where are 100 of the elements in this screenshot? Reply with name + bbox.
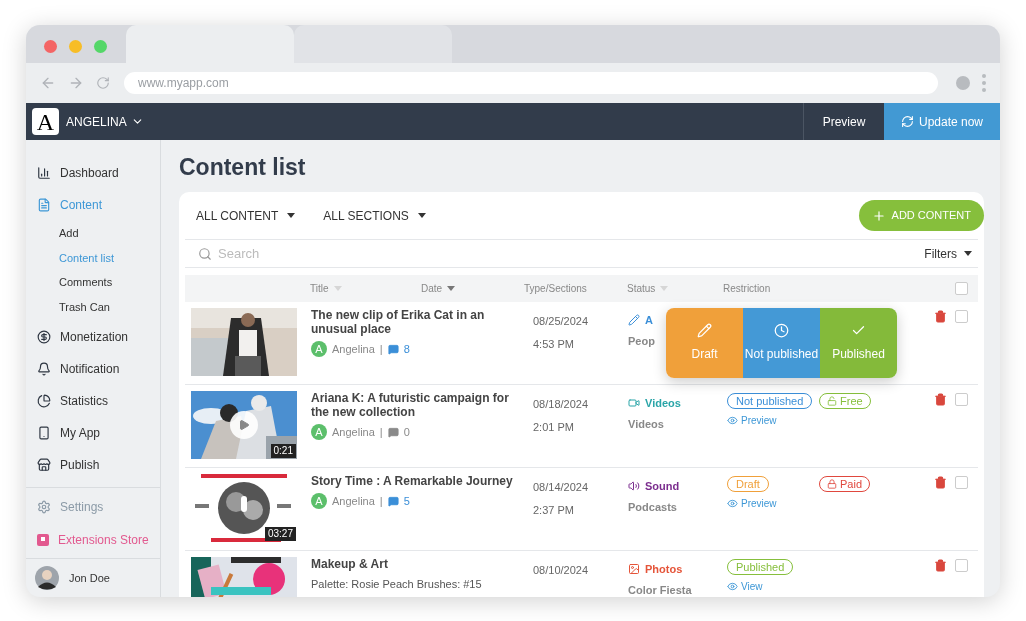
pencil-icon: [628, 314, 640, 327]
duration-label: 03:27: [264, 527, 296, 541]
sidebar-item[interactable]: Notification: [26, 353, 160, 385]
sidebar-subitem[interactable]: Content list: [26, 245, 160, 270]
pie-chart-icon: [37, 394, 51, 408]
trash-icon[interactable]: [934, 559, 947, 572]
address-field[interactable]: www.myapp.com: [124, 72, 938, 94]
extension-icon: [37, 533, 49, 546]
caret-icon: [964, 251, 972, 256]
filters-dropdown[interactable]: Filters: [924, 244, 972, 263]
column-header[interactable]: Title: [310, 281, 329, 296]
profile-icon[interactable]: [956, 76, 970, 90]
section-label: Peop: [628, 333, 656, 349]
comment-count[interactable]: 8: [403, 341, 410, 358]
time-text: 4:53 PM: [533, 336, 575, 352]
content-title[interactable]: Ariana K: A futuristic campaign for the new collection: [311, 391, 525, 419]
sidebar-subitem[interactable]: Add: [26, 221, 160, 246]
search-field[interactable]: Search: [198, 243, 925, 264]
refresh-icon: [900, 115, 914, 128]
sidebar-item[interactable]: My App: [26, 417, 160, 449]
browser-tab[interactable]: [294, 25, 452, 63]
eye-icon: [727, 498, 738, 509]
author-avatar: A: [311, 341, 327, 358]
column-header[interactable]: Status: [627, 281, 656, 296]
bell-icon: [37, 362, 51, 376]
column-header[interactable]: Type/Sections: [524, 281, 587, 296]
caret-icon: [660, 286, 669, 291]
comment-count[interactable]: 0: [403, 424, 410, 441]
row-checkbox[interactable]: [955, 393, 968, 406]
type-label: Videos: [645, 396, 681, 411]
author-avatar: A: [311, 424, 327, 441]
update-button[interactable]: Update now: [884, 103, 1000, 140]
date-text: 08/10/2024: [533, 563, 590, 578]
column-header[interactable]: Restriction: [723, 281, 771, 296]
content-title[interactable]: Story Time : A Remarkable Journey: [311, 474, 525, 488]
filter-dropdown[interactable]: ALL SECTIONS: [323, 206, 426, 225]
comment-count[interactable]: 5: [403, 493, 410, 510]
sidebar-item[interactable]: Extensions Store: [26, 523, 160, 556]
pencil-icon: [697, 323, 712, 338]
settings-icon: [37, 499, 51, 514]
type-label: A: [645, 313, 653, 328]
sidebar-subitem[interactable]: Comments: [26, 270, 160, 295]
clock-icon: [774, 323, 789, 338]
author-name: Angelina: [332, 494, 375, 509]
forward-icon[interactable]: [68, 75, 84, 91]
time-text: 2:37 PM: [533, 502, 575, 518]
unlocked-icon: [827, 396, 837, 406]
sidebar-item[interactable]: Content: [26, 189, 160, 221]
content-subtitle: Palette: Rosie Peach Brushes: #15: [311, 577, 483, 592]
browser-tab[interactable]: [126, 25, 294, 63]
logo: A: [32, 108, 59, 135]
sidebar-item[interactable]: Monetization: [26, 321, 160, 353]
select-all-checkbox[interactable]: [955, 282, 968, 295]
preview-link[interactable]: Preview: [727, 413, 777, 428]
status-option[interactable]: Draft: [666, 308, 743, 378]
filter-dropdown[interactable]: ALL CONTENT: [196, 206, 296, 225]
page-title: Content list: [179, 153, 307, 181]
trash-icon[interactable]: [934, 476, 947, 489]
account-dropdown[interactable]: ANGELINA: [66, 112, 144, 131]
status-option[interactable]: Not published: [743, 308, 820, 378]
back-icon[interactable]: [40, 75, 56, 91]
date-text: 08/25/2024: [533, 314, 590, 329]
section-label: Videos: [628, 416, 665, 432]
document-icon: [37, 198, 51, 212]
caret-icon: [287, 213, 296, 218]
author-name: Angelina: [332, 342, 375, 357]
author-avatar: A: [311, 493, 327, 510]
user-name: Jon Doe: [69, 570, 110, 586]
reload-icon[interactable]: [96, 76, 110, 90]
caret-icon: [417, 213, 426, 218]
separator: |: [379, 494, 383, 509]
trash-icon[interactable]: [934, 310, 947, 323]
trash-icon[interactable]: [934, 393, 947, 406]
sidebar-item[interactable]: Statistics: [26, 385, 160, 417]
play-icon: [238, 419, 250, 431]
more-icon[interactable]: [982, 74, 986, 92]
section-label: Color Fiesta: [628, 582, 693, 597]
sidebar-item[interactable]: Dashboard: [26, 157, 160, 189]
eye-icon: [727, 581, 738, 592]
preview-link[interactable]: Preview: [727, 496, 777, 511]
date-text: 08/14/2024: [533, 480, 590, 495]
preview-link[interactable]: View: [727, 579, 763, 594]
row-checkbox[interactable]: [955, 476, 968, 489]
content-title[interactable]: Makeup & Art: [311, 557, 525, 571]
avatar: [35, 566, 59, 590]
row-checkbox[interactable]: [955, 310, 968, 323]
row-checkbox[interactable]: [955, 559, 968, 572]
add-content-button[interactable]: ADD CONTENT: [858, 200, 984, 231]
status-option[interactable]: Published: [820, 308, 897, 378]
date-text: 08/18/2024: [533, 397, 590, 412]
column-header[interactable]: Date: [421, 281, 443, 296]
duration-label: 0:21: [270, 444, 296, 458]
bar-chart-icon: [37, 166, 51, 180]
sidebar-item[interactable]: Settings: [26, 490, 160, 523]
eye-icon: [727, 415, 738, 426]
content-title[interactable]: The new clip of Erika Cat in an unusual place: [311, 308, 525, 336]
sidebar-subitem[interactable]: Trash Can: [26, 294, 160, 319]
lock-icon: [827, 479, 837, 489]
sidebar-item[interactable]: Publish: [26, 449, 160, 481]
search-input[interactable]: Search: [218, 243, 418, 264]
